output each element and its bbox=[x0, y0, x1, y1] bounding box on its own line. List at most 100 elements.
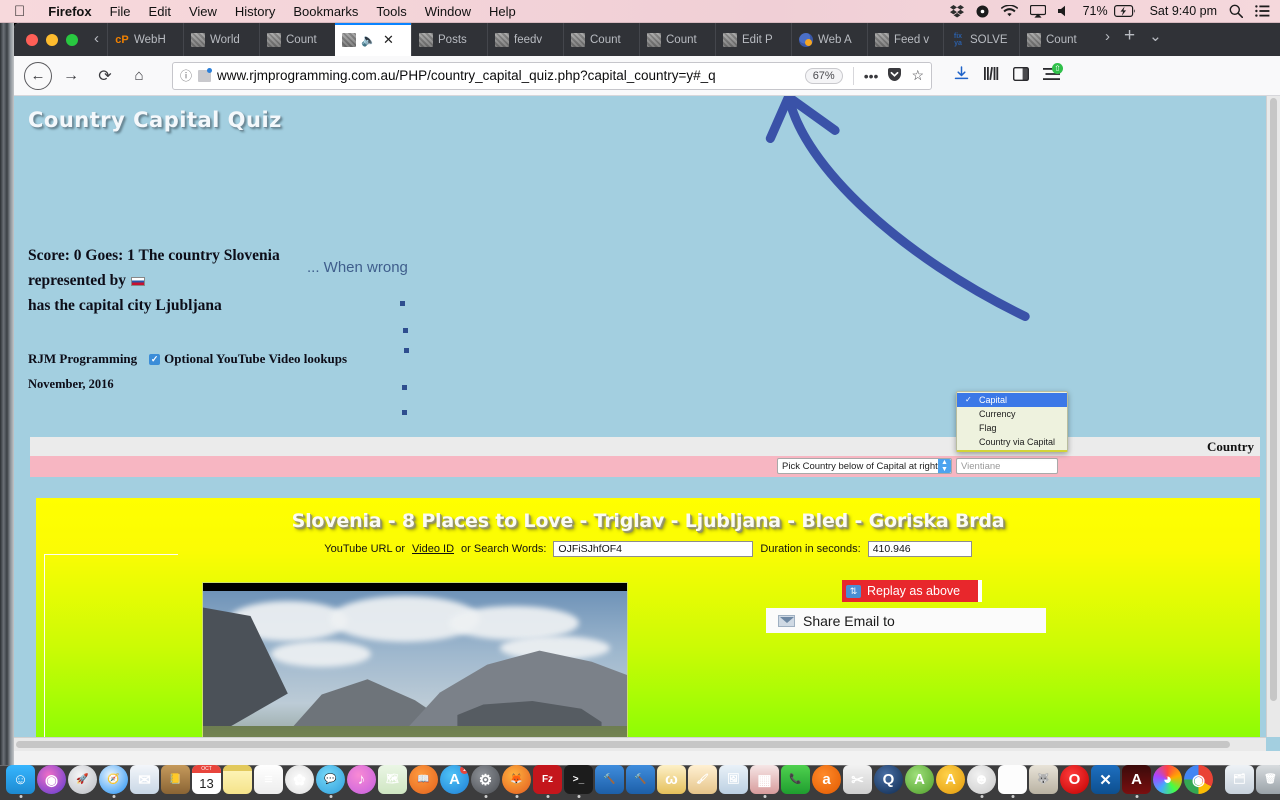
new-tab-button[interactable]: + bbox=[1124, 25, 1135, 47]
menu-file[interactable]: File bbox=[101, 4, 140, 19]
menu-firefox[interactable]: Firefox bbox=[39, 4, 100, 19]
youtube-lookups-checkbox[interactable] bbox=[149, 353, 161, 365]
dock-icon-finder[interactable]: ☺ bbox=[6, 765, 35, 794]
menu-history[interactable]: History bbox=[226, 4, 284, 19]
dock-item[interactable]: ♪ bbox=[347, 765, 376, 798]
dock-icon-ibooks[interactable]: 📖 bbox=[409, 765, 438, 794]
sidebar-icon[interactable] bbox=[1012, 66, 1030, 85]
dock-icon-app-store[interactable]: A1 bbox=[440, 765, 469, 794]
dock-icon-android-studio-beta[interactable]: A bbox=[936, 765, 965, 794]
dock-item[interactable] bbox=[998, 765, 1027, 798]
forward-button[interactable]: → bbox=[56, 61, 86, 91]
tab-country-1[interactable]: Count bbox=[259, 23, 335, 56]
dock-icon-mail[interactable]: ✉ bbox=[130, 765, 159, 794]
dock-icon-system-preferences[interactable]: ⚙ bbox=[471, 765, 500, 794]
volume-icon[interactable] bbox=[1057, 5, 1071, 17]
tab-solve[interactable]: fix ya SOLVE bbox=[943, 23, 1019, 56]
dock-icon-gimp[interactable]: 🐺 bbox=[1029, 765, 1058, 794]
pocket-icon[interactable] bbox=[887, 67, 902, 85]
dock-item[interactable]: Fz bbox=[533, 765, 562, 798]
dock-icon-photos[interactable]: ✿ bbox=[285, 765, 314, 794]
spotlight-search-icon[interactable] bbox=[1229, 4, 1243, 18]
dock-icon-firefox[interactable]: 🦊 bbox=[502, 765, 531, 794]
dock-icon-filezilla[interactable]: Fz bbox=[533, 765, 562, 794]
url-bar[interactable]: ⓘ www.rjmprogramming.com.au/PHP/country_… bbox=[172, 61, 932, 90]
dock-item[interactable]: 🚀 bbox=[68, 765, 97, 798]
dock-item[interactable]: ✿ bbox=[285, 765, 314, 798]
dock-item[interactable]: 🖌 bbox=[688, 765, 717, 798]
tab-feed-v[interactable]: Feed v bbox=[867, 23, 943, 56]
dock-item[interactable]: ◕ bbox=[1153, 765, 1182, 798]
notification-center-icon[interactable] bbox=[1255, 5, 1270, 17]
dock-item[interactable]: a bbox=[812, 765, 841, 798]
dock-icon-messages[interactable]: 💬 bbox=[316, 765, 345, 794]
dock-icon-acrobat[interactable]: A bbox=[1122, 765, 1151, 794]
close-window-button[interactable] bbox=[26, 34, 38, 46]
capital-input[interactable]: Vientiane bbox=[956, 458, 1058, 474]
dock-item[interactable]: >_ bbox=[564, 765, 593, 798]
dropdown-option-currency[interactable]: Currency bbox=[957, 407, 1067, 421]
dock-icon-avast[interactable]: a bbox=[812, 765, 841, 794]
tab-world[interactable]: World bbox=[183, 23, 259, 56]
dock-item[interactable]: O bbox=[1060, 765, 1089, 798]
dock-item[interactable]: 🧭 bbox=[99, 765, 128, 798]
vertical-scrollbar[interactable] bbox=[1266, 96, 1280, 737]
video-id-input[interactable]: OJFiSJhfOF4 bbox=[553, 541, 754, 557]
info-icon[interactable]: ⓘ bbox=[180, 67, 192, 84]
close-icon[interactable]: ✕ bbox=[383, 32, 394, 48]
record-icon[interactable] bbox=[976, 5, 989, 18]
duration-input[interactable]: 410.946 bbox=[867, 541, 972, 557]
dock-item[interactable]: 🗺 bbox=[378, 765, 407, 798]
dock-item[interactable]: ◉ bbox=[1184, 765, 1213, 798]
dropdown-option-country-via-capital[interactable]: Country via Capital bbox=[957, 435, 1067, 449]
dock-item[interactable]: 🦊 bbox=[502, 765, 531, 798]
dock-icon-facetime[interactable]: 📞 bbox=[781, 765, 810, 794]
dock-icon-terminal[interactable]: >_ bbox=[564, 765, 593, 794]
dock-item[interactable]: 📖 bbox=[409, 765, 438, 798]
dock-item[interactable]: 🔨 bbox=[595, 765, 624, 798]
dock-item[interactable]: ◉ bbox=[37, 765, 66, 798]
dock-icon-xcode[interactable]: 🔨 bbox=[595, 765, 624, 794]
menu-help[interactable]: Help bbox=[480, 4, 525, 19]
dock-icon-opera[interactable]: O bbox=[1060, 765, 1089, 794]
tab-country-4[interactable]: Count bbox=[1019, 23, 1095, 56]
dock-icon-trash[interactable]: 🗑 bbox=[1256, 765, 1280, 794]
menu-tools[interactable]: Tools bbox=[367, 4, 415, 19]
tab-country-3[interactable]: Count bbox=[639, 23, 715, 56]
speaker-icon[interactable]: 🔈 bbox=[361, 33, 376, 47]
dock-item[interactable]: ☻ bbox=[967, 765, 996, 798]
battery-charging-icon[interactable] bbox=[1113, 5, 1138, 17]
dock-item[interactable]: 🖼 bbox=[719, 765, 748, 798]
dock-icon-paintbrush[interactable]: 🖌 bbox=[688, 765, 717, 794]
dock-icon-notes[interactable] bbox=[223, 765, 252, 794]
dock-icon-reminders[interactable]: ≡ bbox=[254, 765, 283, 794]
zoom-level-indicator[interactable]: 67% bbox=[804, 67, 843, 84]
tab-active-country-capital-quiz[interactable]: 🔈 ✕ bbox=[335, 23, 411, 56]
menu-edit[interactable]: Edit bbox=[140, 4, 180, 19]
downloads-icon[interactable] bbox=[954, 66, 969, 85]
dock-item[interactable]: ≡ bbox=[254, 765, 283, 798]
scroll-tabs-right-icon[interactable]: › bbox=[1105, 28, 1110, 45]
minimize-window-button[interactable] bbox=[46, 34, 58, 46]
reload-button[interactable]: ⟳ bbox=[90, 61, 120, 91]
menu-view[interactable]: View bbox=[180, 4, 226, 19]
tab-web-a[interactable]: Web A bbox=[791, 23, 867, 56]
dock-item[interactable]: Q bbox=[874, 765, 903, 798]
dock-icon-safari[interactable]: 🧭 bbox=[99, 765, 128, 794]
hamburger-icon[interactable]: ⇧ bbox=[1043, 62, 1063, 85]
quiz-type-dropdown-menu[interactable]: Capital Currency Flag Country via Capita… bbox=[956, 391, 1068, 452]
list-all-tabs-icon[interactable]: ⌄ bbox=[1149, 27, 1162, 45]
dock-icon-contacts[interactable]: 📒 bbox=[161, 765, 190, 794]
airplay-icon[interactable] bbox=[1029, 4, 1046, 18]
dock-icon-android-studio[interactable]: A bbox=[905, 765, 934, 794]
dock-icon-keynote[interactable]: ▦ bbox=[750, 765, 779, 794]
menu-window[interactable]: Window bbox=[416, 4, 480, 19]
tab-webh[interactable]: cP WebH bbox=[107, 23, 183, 56]
library-icon[interactable] bbox=[983, 66, 999, 85]
dock-item[interactable]: 🐺 bbox=[1029, 765, 1058, 798]
dock-item[interactable]: ω bbox=[657, 765, 686, 798]
dock-icon-text-document[interactable] bbox=[998, 765, 1027, 794]
dock-icon-itunes[interactable]: ♪ bbox=[347, 765, 376, 794]
video-player[interactable]: SUBSCRIBE bbox=[202, 582, 628, 737]
dock-item[interactable]: 🔨 bbox=[626, 765, 655, 798]
